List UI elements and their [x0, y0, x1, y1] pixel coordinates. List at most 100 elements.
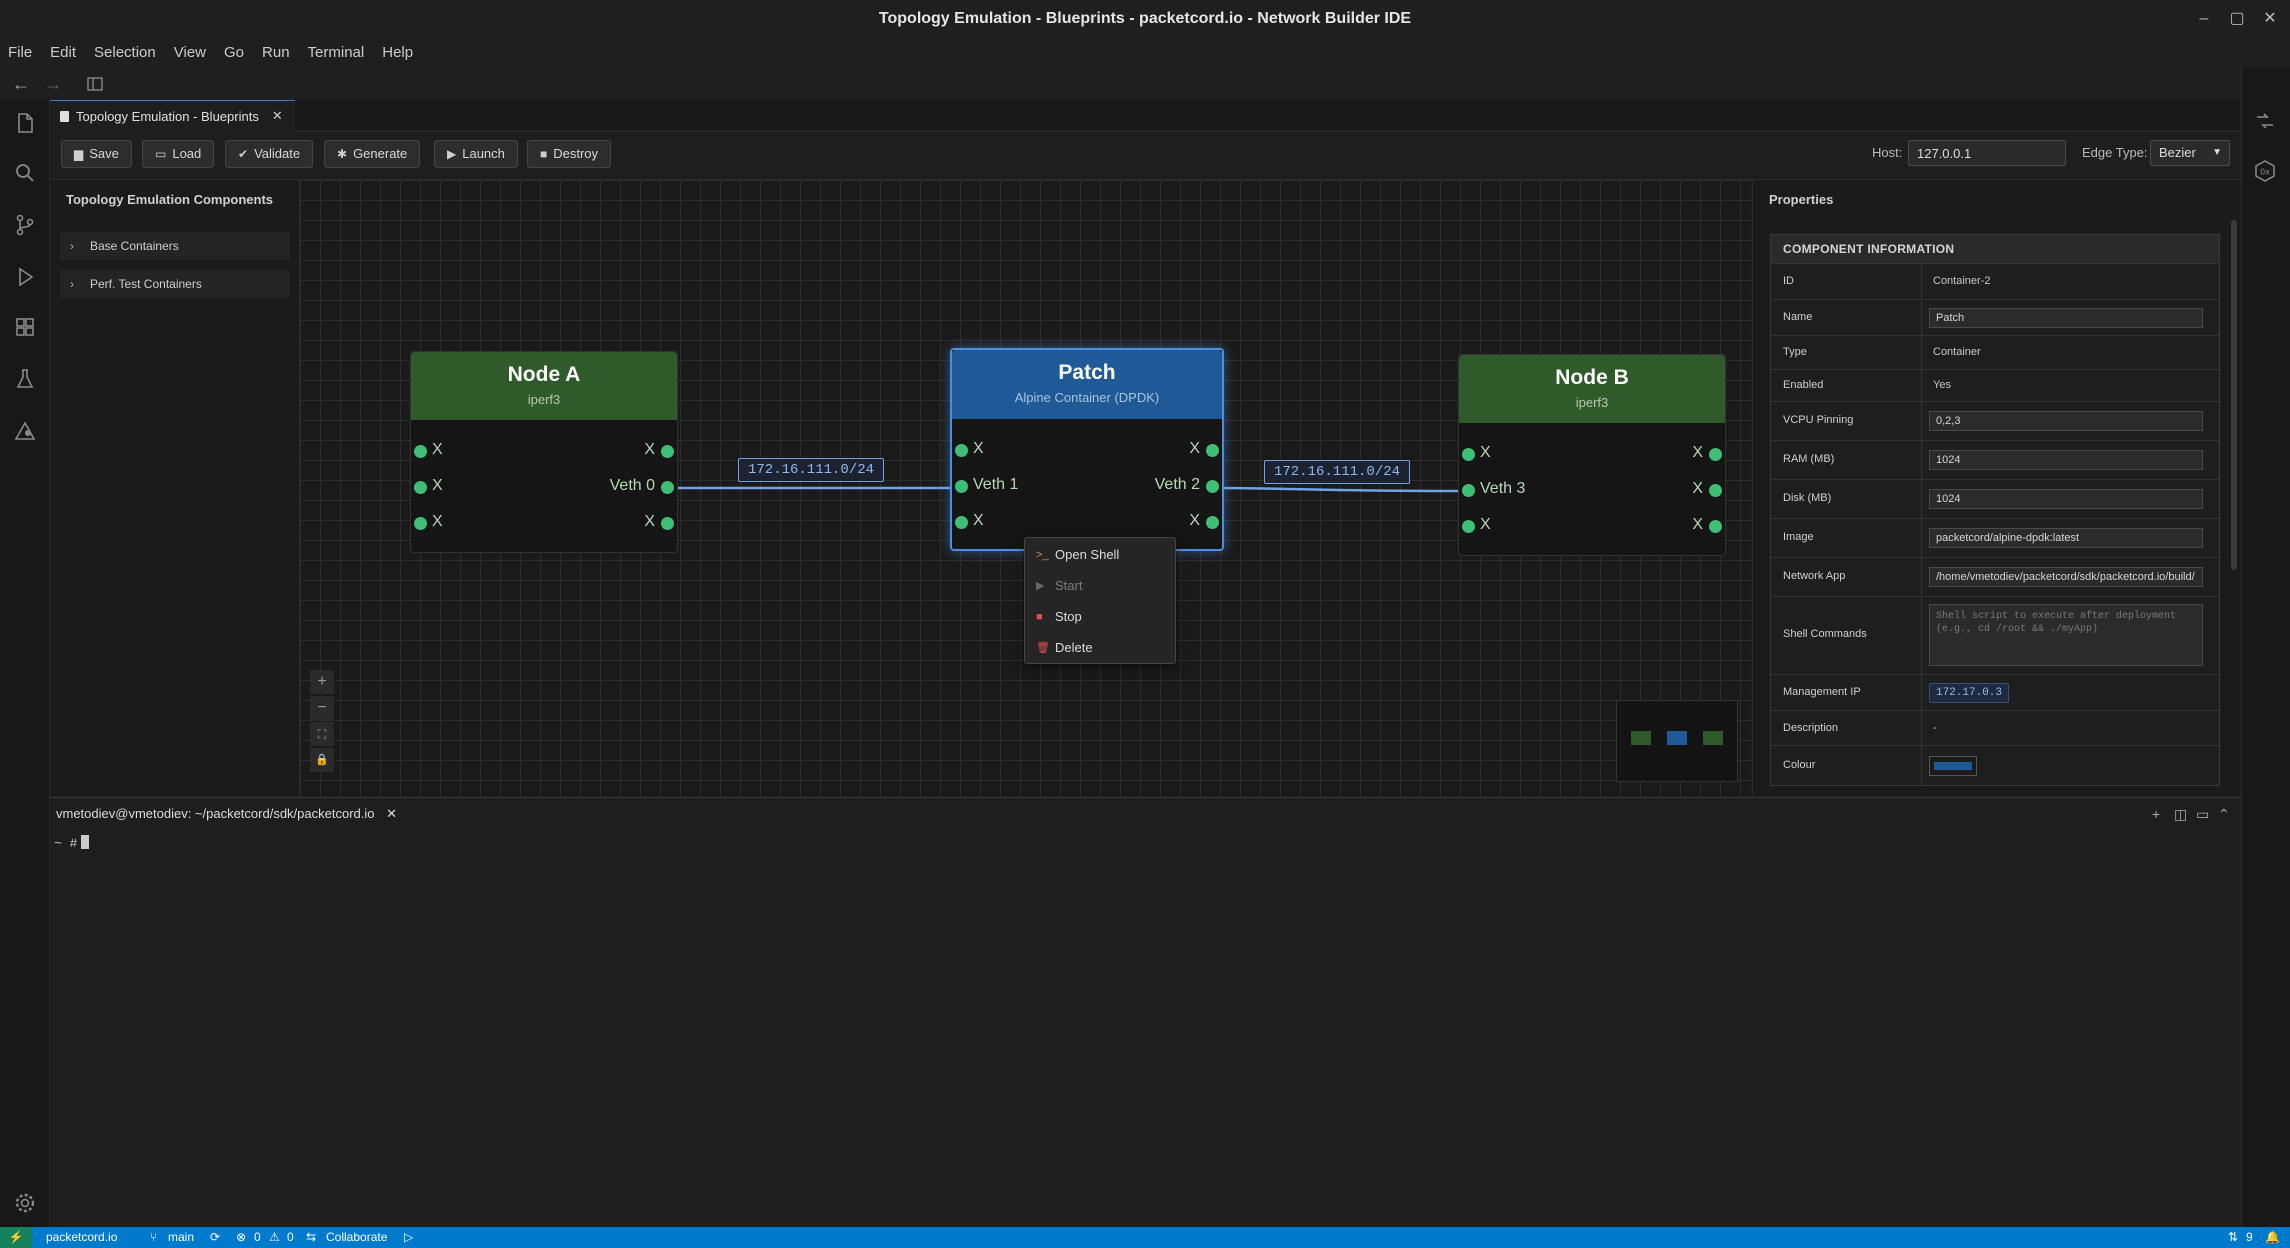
menu-edit[interactable]: Edit	[41, 38, 85, 68]
edge-type-select[interactable]: Bezier ▼	[2150, 140, 2230, 166]
port-handle[interactable]	[414, 517, 427, 530]
port-handle[interactable]	[955, 444, 968, 457]
disk-input[interactable]: 1024	[1929, 489, 2203, 509]
port-handle[interactable]	[661, 445, 674, 458]
error-count[interactable]: 0	[254, 1227, 261, 1248]
remote-name[interactable]: packetcord.io	[46, 1227, 117, 1248]
fit-view-button[interactable]: ⛶	[310, 722, 334, 746]
menu-terminal[interactable]: Terminal	[299, 38, 374, 68]
testing-flask-icon[interactable]	[12, 366, 38, 392]
validate-button[interactable]: ✔ Validate	[225, 140, 314, 168]
generate-button[interactable]: ✱ Generate	[324, 140, 421, 168]
category-perf-test-containers[interactable]: › Perf. Test Containers	[60, 270, 290, 298]
run-debug-icon[interactable]	[12, 264, 38, 290]
port-handle[interactable]	[1709, 520, 1722, 533]
menu-item-open-shell[interactable]: >_ Open Shell	[1025, 541, 1175, 569]
name-input[interactable]: Patch	[1929, 308, 2203, 328]
menu-item-stop[interactable]: ■ Stop	[1025, 603, 1175, 631]
launch-button[interactable]: ▶ Launch	[434, 140, 518, 168]
menu-selection[interactable]: Selection	[85, 38, 165, 68]
lock-button[interactable]: 🔒	[310, 748, 334, 772]
destroy-button[interactable]: ■ Destroy	[527, 140, 612, 168]
port-handle[interactable]	[1462, 520, 1475, 533]
port-handle[interactable]	[1206, 480, 1219, 493]
node-patch[interactable]: Patch Alpine Container (DPDK) X Veth 1 X…	[950, 348, 1224, 551]
colour-swatch[interactable]	[1929, 756, 1977, 776]
port-handle[interactable]	[1462, 448, 1475, 461]
port-handle[interactable]	[414, 445, 427, 458]
branch-name[interactable]: main	[168, 1227, 194, 1248]
settings-gear-icon[interactable]	[12, 1190, 38, 1216]
port-handle[interactable]	[1709, 448, 1722, 461]
minimap[interactable]	[1616, 700, 1738, 782]
node-b[interactable]: Node B iperf3 X Veth 3 X X X X	[1458, 354, 1726, 556]
node-name: Patch	[1058, 361, 1116, 384]
notifications-icon[interactable]: 🔔	[2265, 1227, 2280, 1248]
run-icon[interactable]: ▷	[404, 1227, 413, 1248]
warning-count[interactable]: 0	[287, 1227, 294, 1248]
network-builder-icon[interactable]	[12, 418, 38, 444]
menu-item-delete[interactable]: 🗑 Delete	[1025, 634, 1175, 662]
menu-help[interactable]: Help	[373, 38, 422, 68]
back-arrow-icon[interactable]: ←	[9, 72, 33, 96]
link-label-a-patch[interactable]: 172.16.111.0/24	[738, 458, 885, 482]
close-icon[interactable]: ✕	[2260, 9, 2280, 29]
terminal-tab-close-icon[interactable]: ✕	[386, 806, 397, 821]
tab-topology-blueprints[interactable]: Topology Emulation - Blueprints ✕	[50, 100, 295, 131]
terminal[interactable]: ~ #	[50, 829, 2240, 1227]
load-button[interactable]: ▭ Load	[142, 140, 215, 168]
port-handle[interactable]	[1206, 516, 1219, 529]
port-handle[interactable]	[955, 480, 968, 493]
port-handle[interactable]	[661, 481, 674, 494]
category-base-containers[interactable]: › Base Containers	[60, 232, 290, 260]
prop-value: Yes	[1933, 379, 1951, 391]
minimize-icon[interactable]: –	[2194, 9, 2214, 29]
maximize-panel-icon[interactable]: ▭	[2196, 806, 2209, 823]
port-label: X	[432, 477, 443, 494]
port-handle[interactable]	[1709, 484, 1722, 497]
menu-file[interactable]: File	[0, 38, 41, 68]
sync-icon[interactable]: ⟳	[210, 1227, 220, 1248]
shell-commands-textarea[interactable]: Shell script to execute after deployment…	[1929, 604, 2203, 666]
toggle-sidebar-icon[interactable]	[83, 72, 107, 96]
node-a[interactable]: Node A iperf3 X X X X Veth 0 X	[410, 351, 678, 553]
zoom-in-button[interactable]: +	[310, 670, 334, 694]
zoom-out-button[interactable]: −	[310, 696, 334, 720]
terminal-tab[interactable]: vmetodiev@vmetodiev: ~/packetcord/sdk/pa…	[56, 798, 397, 830]
menu-go[interactable]: Go	[215, 38, 253, 68]
tab-close-icon[interactable]: ✕	[272, 108, 283, 124]
forward-arrow-icon[interactable]: →	[41, 72, 65, 96]
maximize-icon[interactable]: ▢	[2227, 9, 2247, 29]
menu-run[interactable]: Run	[253, 38, 299, 68]
properties-scrollbar[interactable]	[2231, 220, 2237, 570]
port-handle[interactable]	[661, 517, 674, 530]
host-input[interactable]	[1908, 140, 2066, 166]
port-handle[interactable]	[1206, 444, 1219, 457]
source-control-icon[interactable]	[12, 212, 38, 238]
collaborate-label[interactable]: Collaborate	[326, 1227, 387, 1248]
save-button[interactable]: ▆ Save	[61, 140, 132, 168]
hex-icon[interactable]: 0x	[2252, 158, 2278, 184]
extensions-icon[interactable]	[12, 314, 38, 340]
port-handle[interactable]	[414, 481, 427, 494]
network-app-input[interactable]: /home/vmetodiev/packetcord/sdk/packetcor…	[1929, 567, 2203, 587]
ram-input[interactable]: 1024	[1929, 450, 2203, 470]
menu-item-start[interactable]: ▶ Start	[1025, 572, 1175, 600]
port-handle[interactable]	[1462, 484, 1475, 497]
new-terminal-icon[interactable]: +	[2152, 806, 2160, 822]
vcpu-pinning-input[interactable]: 0,2,3	[1929, 411, 2203, 431]
link-label-patch-b[interactable]: 172.16.111.0/24	[1264, 460, 1411, 484]
topology-canvas[interactable]: 172.16.111.0/24 172.16.111.0/24 Node A i…	[300, 180, 1751, 796]
split-terminal-icon[interactable]: ◫	[2174, 806, 2187, 823]
search-icon[interactable]	[12, 160, 38, 186]
ports-count[interactable]: 9	[2246, 1227, 2253, 1248]
chevron-up-icon[interactable]: ⌃	[2218, 806, 2230, 823]
port-handle[interactable]	[955, 516, 968, 529]
menu-view[interactable]: View	[165, 38, 215, 68]
explorer-icon[interactable]	[12, 110, 38, 136]
generate-label: Generate	[353, 146, 408, 161]
remote-indicator-icon[interactable]: ⚡	[0, 1227, 32, 1248]
diff-icon[interactable]	[2252, 108, 2278, 134]
image-input[interactable]: packetcord/alpine-dpdk:latest	[1929, 528, 2203, 548]
load-label: Load	[172, 146, 202, 161]
